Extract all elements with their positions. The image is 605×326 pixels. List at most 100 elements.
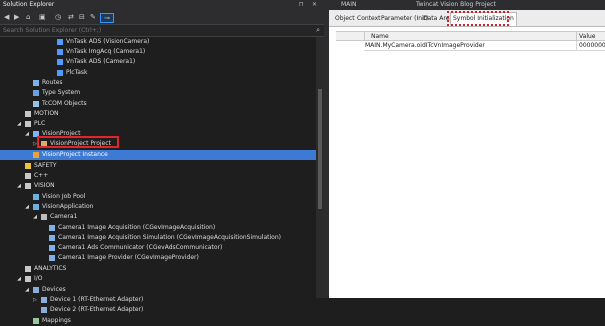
home-icon[interactable]: ⌂ [26,13,30,21]
collapse-arrow-icon[interactable]: ◢ [16,274,22,284]
tree-item[interactable]: ◢ PLC [0,119,316,129]
tree-item[interactable]: Camera1 Ads Communicator (CGevAdsCommuni… [0,243,316,253]
expand-arrow-icon[interactable]: ▷ [32,295,38,305]
back-icon[interactable]: ◀ [4,13,9,21]
switch-views-icon[interactable]: ▣ [39,13,46,21]
io-icon [25,276,31,282]
task-icon [57,70,63,76]
tab-object[interactable]: Object [333,13,357,25]
type-system-icon [33,90,39,96]
grid-row-header-corner [336,31,364,41]
tree-item-label: Mappings [42,317,71,324]
job-pool-icon [33,194,39,200]
tree-item[interactable]: Mappings [0,316,316,326]
solution-explorer-panel: Solution Explorer ⊓ ✕ ◀ ▶ ⌂ ▣ ◷ ⇄ ⊟ ✎ ⊸ … [0,0,324,324]
preview-selected-icon[interactable]: ⊸ [100,13,114,23]
tree-item-label: VisionProject Instance [42,151,108,158]
analytics-icon [25,266,31,272]
search-bar: ⌕ [0,25,324,37]
tree-item[interactable]: SAFETY [0,161,316,171]
tree-item[interactable]: VisionProject Instance [0,150,316,160]
mappings-icon [33,318,39,324]
tree-item[interactable]: ANALYTICS [0,264,316,274]
tree-item[interactable]: ◢ VISION [0,181,316,191]
vertical-scrollbar[interactable] [316,37,324,298]
collapse-arrow-icon[interactable]: ◢ [32,212,38,222]
motion-icon [25,111,31,117]
tree-item-label: PlcTask [66,69,88,76]
pin-icon[interactable]: ⊓ [299,1,304,9]
tree-item[interactable]: TcCOM Objects [0,99,316,109]
instance-icon [33,152,39,158]
tree-item-label: Camera1 [50,213,78,220]
solution-explorer-titlebar: Solution Explorer ⊓ ✕ [0,0,324,10]
tree-item[interactable]: VnTask ADS (Camera1) [0,57,316,67]
collapse-arrow-icon[interactable]: ◢ [24,202,30,212]
plc-icon [25,121,31,127]
tree-item-label: Devices [42,286,66,293]
tree-item[interactable]: VnTask ADS (VisionCamera) [0,37,316,47]
tree-item[interactable]: C++ [0,171,316,181]
module-icon [49,245,55,251]
search-input[interactable] [1,26,305,35]
tree-item-label: ANALYTICS [34,265,67,272]
sync-icon[interactable]: ⇄ [68,13,74,21]
tree-item[interactable]: Camera1 Image Acquisition (CGevImageAcqu… [0,223,316,233]
collapse-arrow-icon[interactable]: ◢ [16,181,22,191]
tree-item[interactable]: ◢ Camera1 [0,212,316,222]
tree-item-label: Camera1 Image Acquisition (CGevImageAcqu… [58,224,216,231]
tree-item-label: I/O [34,275,43,282]
tree-item[interactable]: ▷ Device 1 (RT-Ethernet Adapter) [0,295,316,305]
tree-item-label: VnTask ADS (VisionCamera) [66,38,150,45]
tree-item-label: VnTask ImgAcq (Camera1) [66,48,146,55]
tree-item[interactable]: Routes [0,78,316,88]
devices-icon [33,287,39,293]
routes-icon [33,80,39,86]
tree-item[interactable]: VnTask ImgAcq (Camera1) [0,47,316,57]
tree-item[interactable]: Device 2 (RT-Ethernet Adapter) [0,305,316,315]
project-title: Twincat Vision Blog Project [416,1,496,8]
collapse-arrow-icon[interactable]: ◢ [24,129,30,139]
tree-item-label: VisionApplication [42,203,94,210]
device-icon [41,307,47,313]
tree-item-label: Device 2 (RT-Ethernet Adapter) [50,306,144,313]
cell-symbol-value[interactable]: 00000000 [576,41,605,51]
scrollbar-thumb[interactable] [318,89,322,209]
cpp-icon [25,173,31,179]
document-tab-main[interactable]: MAIN [341,1,357,9]
tree-item[interactable]: ◢ I/O [0,274,316,284]
solution-tree: VnTask ADS (VisionCamera) VnTask ImgAcq (… [0,37,316,324]
task-icon [57,49,63,55]
tree-item-label: Camera1 Image Acquisition Simulation (CG… [58,234,281,241]
tree-item-label: SAFETY [34,162,57,169]
tree-item[interactable]: Camera1 Image Provider (CGevImageProvide… [0,253,316,263]
module-icon [49,255,55,261]
cell-symbol-name[interactable]: MAIN.MyCamera.oidITcVnImageProvider [364,41,576,51]
collapse-arrow-icon[interactable]: ◢ [24,285,30,295]
history-icon[interactable]: ◷ [55,13,61,21]
close-icon[interactable]: ✕ [312,1,317,9]
safety-icon [25,163,31,169]
search-icon[interactable]: ⌕ [316,26,320,35]
tccom-icon [33,101,39,107]
panel-title: Solution Explorer [3,1,55,8]
tree-item[interactable]: ◢ Devices [0,285,316,295]
collapse-arrow-icon[interactable]: ◢ [16,119,22,129]
editor-titlebar: MAIN Twincat Vision Blog Project [329,0,605,10]
collapse-all-icon[interactable]: ⊟ [79,13,85,21]
tree-item-label: Camera1 Ads Communicator (CGevAdsCommuni… [58,244,223,251]
tree-item[interactable]: ◢ VisionApplication [0,202,316,212]
tab-highlight-box [447,11,509,26]
solution-explorer-toolbar: ◀ ▶ ⌂ ▣ ◷ ⇄ ⊟ ✎ ⊸ [0,10,324,25]
application-icon [33,204,39,210]
tree-item[interactable]: Camera1 Image Acquisition Simulation (CG… [0,233,316,243]
column-header-value[interactable]: Value [576,31,605,41]
tree-item-label: Routes [42,79,63,86]
forward-icon[interactable]: ▶ [14,13,19,21]
tree-item[interactable]: Vision Job Pool [0,192,316,202]
column-header-name[interactable]: Name [364,31,576,41]
tree-item[interactable]: PlcTask [0,68,316,78]
properties-wrench-icon[interactable]: ✎ [90,13,96,21]
tree-item[interactable]: MOTION [0,109,316,119]
tree-item[interactable]: Type System [0,88,316,98]
